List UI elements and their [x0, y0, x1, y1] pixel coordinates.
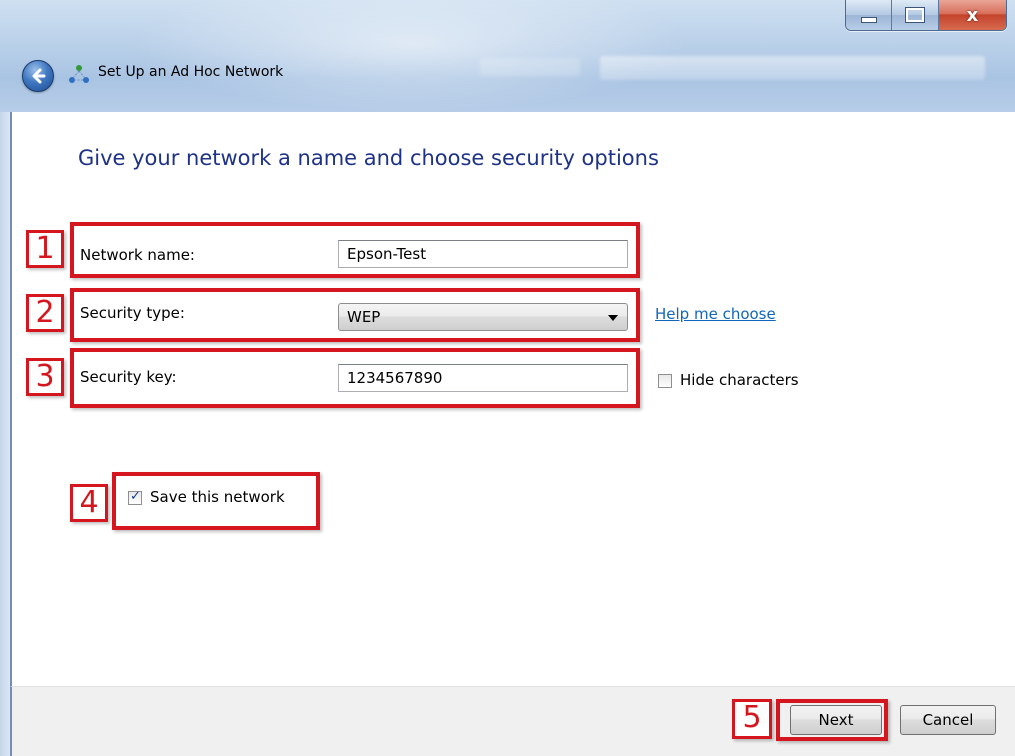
wizard-title: Set Up an Ad Hoc Network — [98, 64, 284, 80]
annotation-box-4 — [112, 472, 320, 530]
annotation-number-2: 2 — [26, 294, 64, 332]
annotation-box-3 — [70, 348, 640, 408]
window-left-edge — [0, 112, 10, 756]
ad-hoc-network-icon — [69, 65, 89, 83]
annotation-box-5 — [776, 699, 888, 741]
close-button[interactable]: x — [938, 0, 1006, 30]
help-me-choose-link[interactable]: Help me choose — [655, 305, 776, 323]
annotation-number-3: 3 — [26, 358, 64, 396]
window-controls: x — [845, 0, 1007, 31]
hide-characters-label: Hide characters — [680, 371, 799, 389]
cancel-button[interactable]: Cancel — [900, 705, 996, 735]
wizard-footer: Next Cancel 5 — [10, 686, 1015, 756]
minimize-icon — [860, 17, 877, 23]
maximize-icon — [905, 7, 926, 23]
blurred-search-box — [600, 56, 985, 80]
close-icon: x — [966, 4, 979, 26]
wizard-content: Give your network a name and choose secu… — [10, 112, 1015, 686]
wizard-window: x Set Up an Ad Hoc Network Give your net… — [0, 0, 1015, 756]
title-bar: x Set Up an Ad Hoc Network — [0, 0, 1015, 112]
minimize-button[interactable] — [846, 0, 893, 30]
annotation-box-1 — [70, 222, 640, 278]
annotation-number-5: 5 — [732, 699, 772, 739]
blurred-address-area — [480, 58, 580, 76]
annotation-box-2 — [70, 288, 640, 342]
back-button[interactable] — [22, 60, 54, 92]
annotation-number-1: 1 — [26, 230, 64, 268]
page-heading: Give your network a name and choose secu… — [78, 146, 659, 170]
back-arrow-icon — [32, 68, 46, 84]
hide-characters-checkbox[interactable] — [658, 374, 672, 388]
annotation-number-4: 4 — [70, 484, 108, 522]
maximize-button[interactable] — [892, 0, 939, 30]
